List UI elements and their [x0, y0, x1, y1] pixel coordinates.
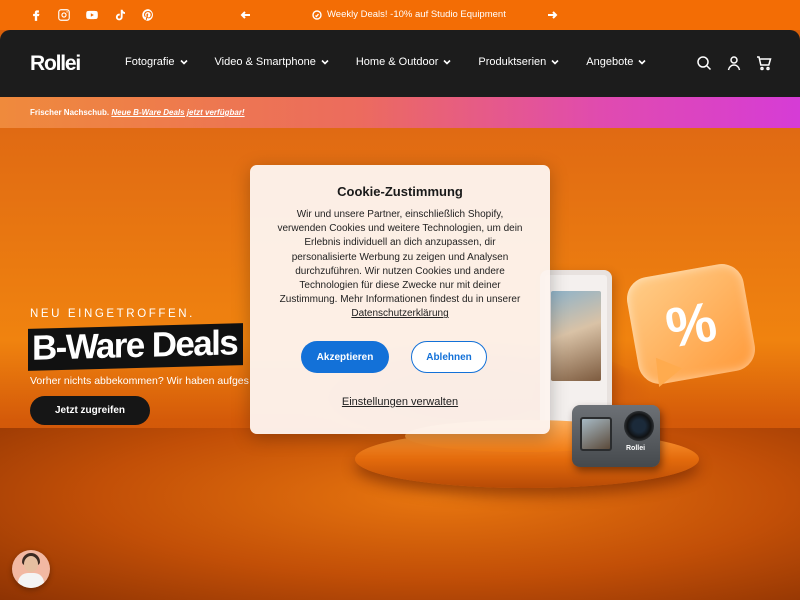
youtube-icon[interactable]	[84, 7, 100, 23]
percent-icon: %	[661, 288, 721, 360]
tag-icon	[312, 9, 322, 20]
nav-item-angebote[interactable]: Angebote	[586, 56, 646, 68]
promo-text: Weekly Deals! -10% auf Studio Equipment	[327, 9, 506, 20]
account-icon[interactable]	[726, 55, 742, 71]
nav-label: Video & Smartphone	[214, 56, 316, 68]
chevron-down-icon	[179, 59, 188, 65]
action-camera-image: Rollei	[572, 405, 660, 467]
notice-text: Frischer Nachschub.	[30, 108, 110, 117]
cart-icon[interactable]	[756, 55, 772, 71]
hero-title: B-Ware Deals	[28, 323, 244, 371]
hero-cta-button[interactable]: Jetzt zugreifen	[30, 396, 150, 425]
rollei-logo[interactable]: Rollei	[30, 52, 81, 76]
cookie-title: Cookie-Zustimmung	[337, 184, 463, 199]
promo-next-arrow-icon[interactable]	[546, 8, 558, 26]
nav-label: Fotografie	[125, 56, 175, 68]
notice-bar: Frischer Nachschub. Neue B-Ware Deals je…	[0, 97, 800, 128]
privacy-policy-link[interactable]: Datenschutzerklärung	[351, 308, 448, 319]
promo-prev-arrow-icon[interactable]	[240, 8, 252, 26]
chat-avatar-button[interactable]	[12, 550, 50, 588]
nav-label: Home & Outdoor	[355, 56, 439, 68]
cookie-body-text: Wir und unsere Partner, einschließlich S…	[277, 209, 523, 306]
pinterest-icon[interactable]	[140, 7, 156, 23]
main-nav: Fotografie Video & Smartphone Home & Out…	[125, 56, 673, 68]
decline-button[interactable]: Ablehnen	[411, 341, 487, 373]
nav-label: Produktserien	[478, 56, 547, 68]
discount-bubble: %	[623, 260, 759, 388]
chevron-down-icon	[443, 59, 451, 65]
chevron-down-icon	[551, 59, 559, 65]
instagram-icon[interactable]	[56, 7, 72, 23]
avatar-face	[24, 556, 38, 572]
nav-label: Angebote	[586, 56, 634, 68]
announcement-bar: Weekly Deals! -10% auf Studio Equipment	[0, 0, 800, 30]
chevron-down-icon	[321, 59, 329, 65]
nav-item-video-smartphone[interactable]: Video & Smartphone	[215, 56, 329, 68]
accept-button[interactable]: Akzeptieren	[301, 341, 389, 373]
hero-subtitle: Vorher nichts abbekommen? Wir haben aufg…	[30, 375, 249, 387]
nav-item-produktserien[interactable]: Produktserien	[478, 56, 559, 68]
cookie-body: Wir und unsere Partner, einschließlich S…	[275, 208, 525, 322]
search-icon[interactable]	[696, 55, 712, 71]
family-photo	[551, 291, 601, 381]
nav-item-home-outdoor[interactable]: Home & Outdoor	[356, 56, 452, 68]
chevron-down-icon	[638, 59, 646, 65]
tiktok-icon[interactable]	[112, 7, 128, 23]
manage-settings-link[interactable]: Einstellungen verwalten	[250, 396, 550, 408]
hero-eyebrow: NEU EINGETROFFEN.	[30, 308, 195, 320]
promo-message[interactable]: Weekly Deals! -10% auf Studio Equipment	[312, 9, 506, 20]
nav-item-fotografie[interactable]: Fotografie	[125, 56, 188, 68]
header-actions	[696, 55, 772, 71]
cookie-buttons: Akzeptieren Ablehnen	[301, 341, 487, 373]
camera-lens	[624, 411, 654, 441]
avatar-body	[18, 573, 44, 588]
cookie-consent-dialog: Cookie-Zustimmung Wir und unsere Partner…	[250, 165, 550, 434]
camera-screen	[580, 417, 612, 451]
social-links	[28, 7, 156, 23]
notice-link[interactable]: Neue B-Ware Deals jetzt verfügbar!	[111, 108, 244, 117]
camera-brand: Rollei	[626, 445, 646, 452]
site-header: Rollei Fotografie Video & Smartphone Hom…	[0, 30, 800, 97]
facebook-icon[interactable]	[28, 7, 44, 23]
